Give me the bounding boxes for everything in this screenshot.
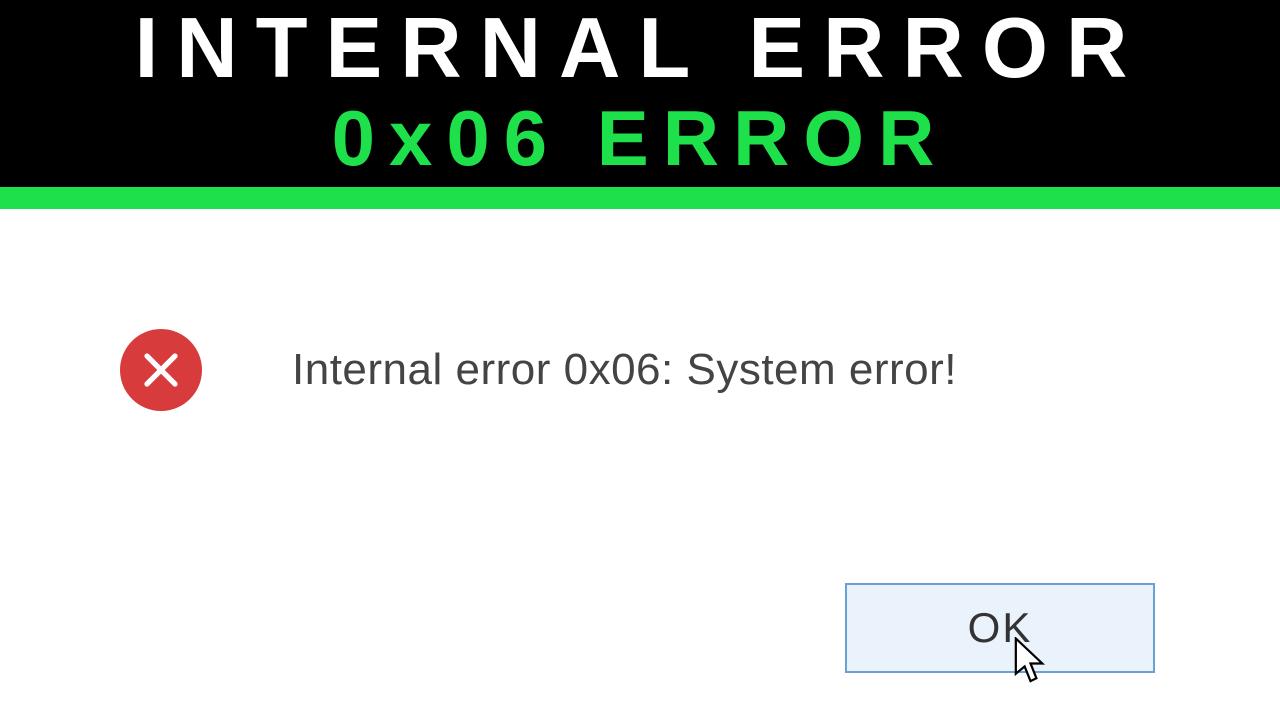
error-dialog: Internal error 0x06: System error! OK	[0, 209, 1280, 713]
banner-line-2: 0x06 ERROR	[0, 96, 1280, 188]
ok-button[interactable]: OK	[845, 583, 1155, 673]
cursor-icon	[1014, 637, 1050, 687]
divider-bar	[0, 187, 1280, 209]
error-message-row: Internal error 0x06: System error!	[120, 329, 957, 411]
title-banner: INTERNAL ERROR 0x06 ERROR	[0, 0, 1280, 187]
banner-line-1: INTERNAL ERROR	[0, 0, 1280, 96]
error-message-text: Internal error 0x06: System error!	[292, 345, 957, 395]
error-icon	[120, 329, 202, 411]
